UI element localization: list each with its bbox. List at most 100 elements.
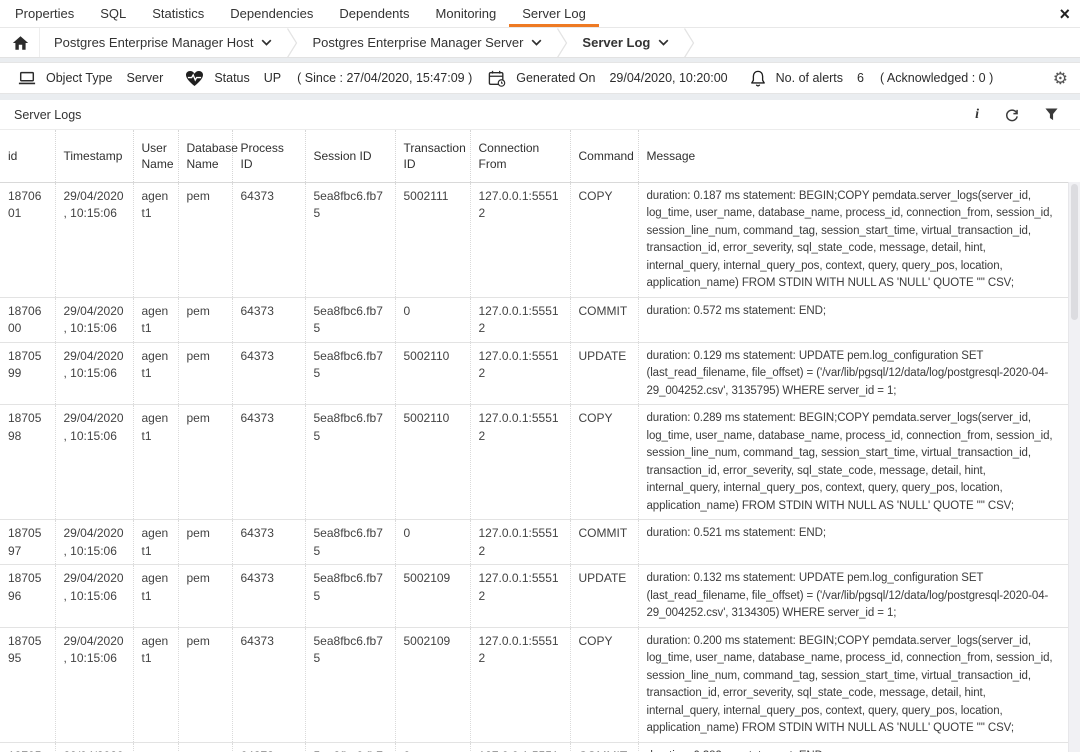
breadcrumb-item-label: Postgres Enterprise Manager Host: [54, 35, 253, 50]
chevron-down-icon: [531, 39, 542, 46]
panel-header: Server Logs i: [0, 100, 1080, 130]
table-row[interactable]: 187059829/04/2020, 10:15:06agent1pem6437…: [0, 405, 1068, 520]
cell-user: agent1: [133, 182, 178, 297]
cell-process: 64373: [232, 297, 305, 342]
column-header-database-name: Database Name: [178, 130, 232, 182]
cell-id: 1870601: [0, 182, 55, 297]
cell-message: duration: 0.382 ms statement: END;: [638, 742, 1068, 752]
generated-on-value: 29/04/2020, 10:20:00: [609, 71, 727, 85]
cell-txn: 5002109: [395, 627, 470, 742]
alerts-acknowledged: ( Acknowledged : 0 ): [880, 71, 993, 85]
tab-statistics[interactable]: Statistics: [139, 0, 217, 27]
cell-command: COPY: [570, 405, 638, 520]
home-icon[interactable]: [10, 28, 40, 57]
breadcrumb-item-postgres-enterprise-manager-server[interactable]: Postgres Enterprise Manager Server: [298, 35, 556, 50]
cell-timestamp: 29/04/2020, 10:15:06: [55, 565, 133, 628]
scrollbar-thumb[interactable]: [1071, 184, 1078, 320]
table-row[interactable]: 187059429/04/2020, 10:15:06agent1pem6437…: [0, 742, 1068, 752]
cell-message: duration: 0.132 ms statement: UPDATE pem…: [638, 565, 1068, 628]
cell-process: 64373: [232, 182, 305, 297]
cell-session: 5ea8fbc6.fb75: [305, 627, 395, 742]
tab-monitoring[interactable]: Monitoring: [423, 0, 510, 27]
status-value: UP: [264, 71, 281, 85]
column-header-process-id: Process ID: [232, 130, 305, 182]
table-row[interactable]: 187059629/04/2020, 10:15:06agent1pem6437…: [0, 565, 1068, 628]
cell-user: agent1: [133, 565, 178, 628]
cell-process: 64373: [232, 520, 305, 565]
vertical-scrollbar[interactable]: [1068, 182, 1080, 752]
table-row[interactable]: 187060029/04/2020, 10:15:06agent1pem6437…: [0, 297, 1068, 342]
chevron-down-icon: [658, 39, 669, 46]
cell-txn: 0: [395, 297, 470, 342]
cell-timestamp: 29/04/2020, 10:15:06: [55, 182, 133, 297]
breadcrumb-item-server-log[interactable]: Server Log: [568, 35, 683, 50]
chevron-down-icon: [261, 39, 272, 46]
cell-db: pem: [178, 405, 232, 520]
cell-user: agent1: [133, 405, 178, 520]
cell-process: 64373: [232, 405, 305, 520]
cell-db: pem: [178, 342, 232, 405]
table-row[interactable]: 187060129/04/2020, 10:15:06agent1pem6437…: [0, 182, 1068, 297]
cell-db: pem: [178, 742, 232, 752]
cell-timestamp: 29/04/2020, 10:15:06: [55, 520, 133, 565]
cell-timestamp: 29/04/2020, 10:15:06: [55, 405, 133, 520]
table-header-row: idTimestampUser NameDatabase NameProcess…: [0, 130, 1068, 182]
cell-command: UPDATE: [570, 342, 638, 405]
cell-process: 64373: [232, 627, 305, 742]
close-icon[interactable]: ×: [1059, 3, 1070, 25]
cell-session: 5ea8fbc6.fb75: [305, 565, 395, 628]
tab-sql[interactable]: SQL: [87, 0, 139, 27]
cell-session: 5ea8fbc6.fb75: [305, 405, 395, 520]
tab-properties[interactable]: Properties: [2, 0, 87, 27]
cell-txn: 5002110: [395, 405, 470, 520]
info-icon[interactable]: i: [975, 107, 979, 123]
cell-process: 64373: [232, 742, 305, 752]
cell-process: 64373: [232, 342, 305, 405]
cell-message: duration: 0.521 ms statement: END;: [638, 520, 1068, 565]
cell-timestamp: 29/04/2020, 10:15:06: [55, 627, 133, 742]
cell-txn: 5002111: [395, 182, 470, 297]
cell-id: 1870599: [0, 342, 55, 405]
cell-command: COPY: [570, 627, 638, 742]
breadcrumb-item-postgres-enterprise-manager-host[interactable]: Postgres Enterprise Manager Host: [40, 35, 286, 50]
table-row[interactable]: 187059529/04/2020, 10:15:06agent1pem6437…: [0, 627, 1068, 742]
table-row[interactable]: 187059729/04/2020, 10:15:06agent1pem6437…: [0, 520, 1068, 565]
cell-db: pem: [178, 520, 232, 565]
cell-id: 1870598: [0, 405, 55, 520]
cell-timestamp: 29/04/2020, 10:15:06: [55, 342, 133, 405]
breadcrumb-item-label: Server Log: [582, 35, 650, 50]
gear-icon[interactable]: ⚙: [1053, 70, 1068, 87]
cell-session: 5ea8fbc6.fb75: [305, 182, 395, 297]
panel-title: Server Logs: [14, 108, 81, 122]
cell-message: duration: 0.289 ms statement: BEGIN;COPY…: [638, 405, 1068, 520]
heart-pulse-icon: [185, 70, 204, 87]
server-logs-table: idTimestampUser NameDatabase NameProcess…: [0, 130, 1080, 752]
generated-on-label: Generated On: [516, 71, 595, 85]
tab-dependents[interactable]: Dependents: [326, 0, 422, 27]
filter-icon[interactable]: [1045, 108, 1058, 121]
cell-db: pem: [178, 297, 232, 342]
status-since: ( Since : 27/04/2020, 15:47:09 ): [297, 71, 472, 85]
cell-message: duration: 0.187 ms statement: BEGIN;COPY…: [638, 182, 1068, 297]
tab-dependencies[interactable]: Dependencies: [217, 0, 326, 27]
bell-icon: [750, 70, 766, 87]
cell-command: UPDATE: [570, 565, 638, 628]
column-header-command: Command: [570, 130, 638, 182]
object-type-value: Server: [126, 71, 163, 85]
cell-txn: 0: [395, 742, 470, 752]
calendar-clock-icon: [488, 70, 506, 87]
cell-user: agent1: [133, 297, 178, 342]
cell-command: COMMIT: [570, 297, 638, 342]
cell-id: 1870596: [0, 565, 55, 628]
breadcrumb-separator-icon: [286, 28, 298, 58]
cell-session: 5ea8fbc6.fb75: [305, 520, 395, 565]
cell-conn: 127.0.0.1:55512: [470, 627, 570, 742]
cell-command: COMMIT: [570, 742, 638, 752]
table-row[interactable]: 187059929/04/2020, 10:15:06agent1pem6437…: [0, 342, 1068, 405]
column-header-user-name: User Name: [133, 130, 178, 182]
refresh-icon[interactable]: [1005, 108, 1019, 122]
breadcrumb: Postgres Enterprise Manager Host Postgre…: [0, 28, 1080, 58]
cell-session: 5ea8fbc6.fb75: [305, 342, 395, 405]
tab-server-log[interactable]: Server Log: [509, 0, 599, 27]
breadcrumb-item-label: Postgres Enterprise Manager Server: [312, 35, 523, 50]
